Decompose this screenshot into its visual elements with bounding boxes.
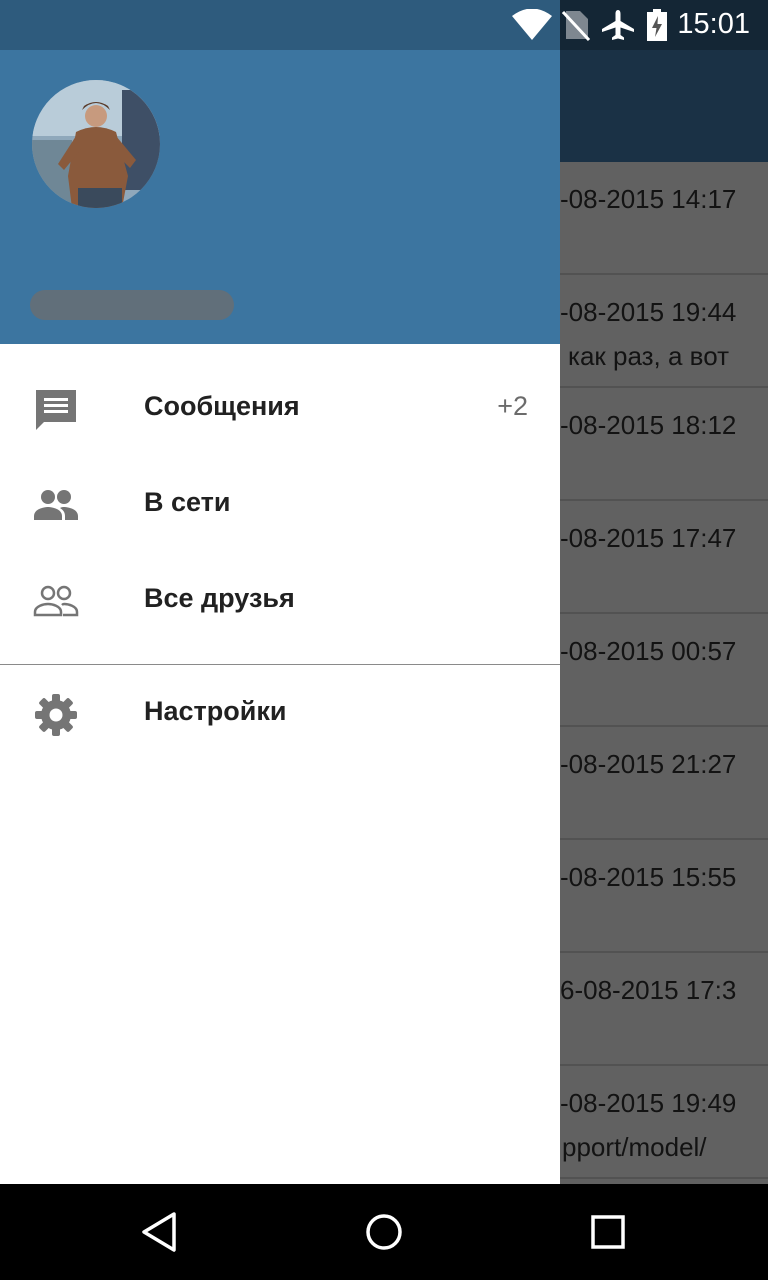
airplane-mode-icon: [602, 10, 634, 40]
drawer-item-label: Настройки: [144, 696, 287, 726]
no-sim-icon: [562, 10, 590, 41]
drawer-item-messages[interactable]: Сообщения +2: [0, 360, 560, 456]
wifi-icon: [512, 9, 552, 40]
status-bar: 15:01: [0, 0, 768, 50]
people-online-icon: [34, 490, 78, 520]
drawer-item-settings[interactable]: Настройки: [0, 665, 560, 761]
unread-badge: +2: [497, 391, 528, 421]
avatar[interactable]: [32, 80, 160, 208]
recents-icon[interactable]: [584, 1208, 632, 1256]
drawer-item-label: В сети: [144, 487, 231, 517]
settings-gear-icon: [35, 694, 77, 736]
navigation-drawer: Сообщения +2 В сети Все друзья Настройки: [0, 0, 560, 1184]
battery-charging-icon: [647, 9, 667, 41]
drawer-header: [0, 0, 560, 344]
drawer-item-label: Сообщения: [144, 391, 300, 421]
status-time: 15:01: [677, 8, 750, 40]
user-name: [30, 290, 234, 320]
drawer-item-all-friends[interactable]: Все друзья: [0, 552, 560, 648]
drawer-item-label: Все друзья: [144, 583, 295, 613]
home-icon[interactable]: [360, 1208, 408, 1256]
back-icon[interactable]: [136, 1208, 184, 1256]
drawer-item-online[interactable]: В сети: [0, 456, 560, 552]
message-icon: [36, 390, 76, 430]
system-navigation-bar: [0, 1184, 768, 1280]
all-friends-icon: [33, 585, 79, 617]
